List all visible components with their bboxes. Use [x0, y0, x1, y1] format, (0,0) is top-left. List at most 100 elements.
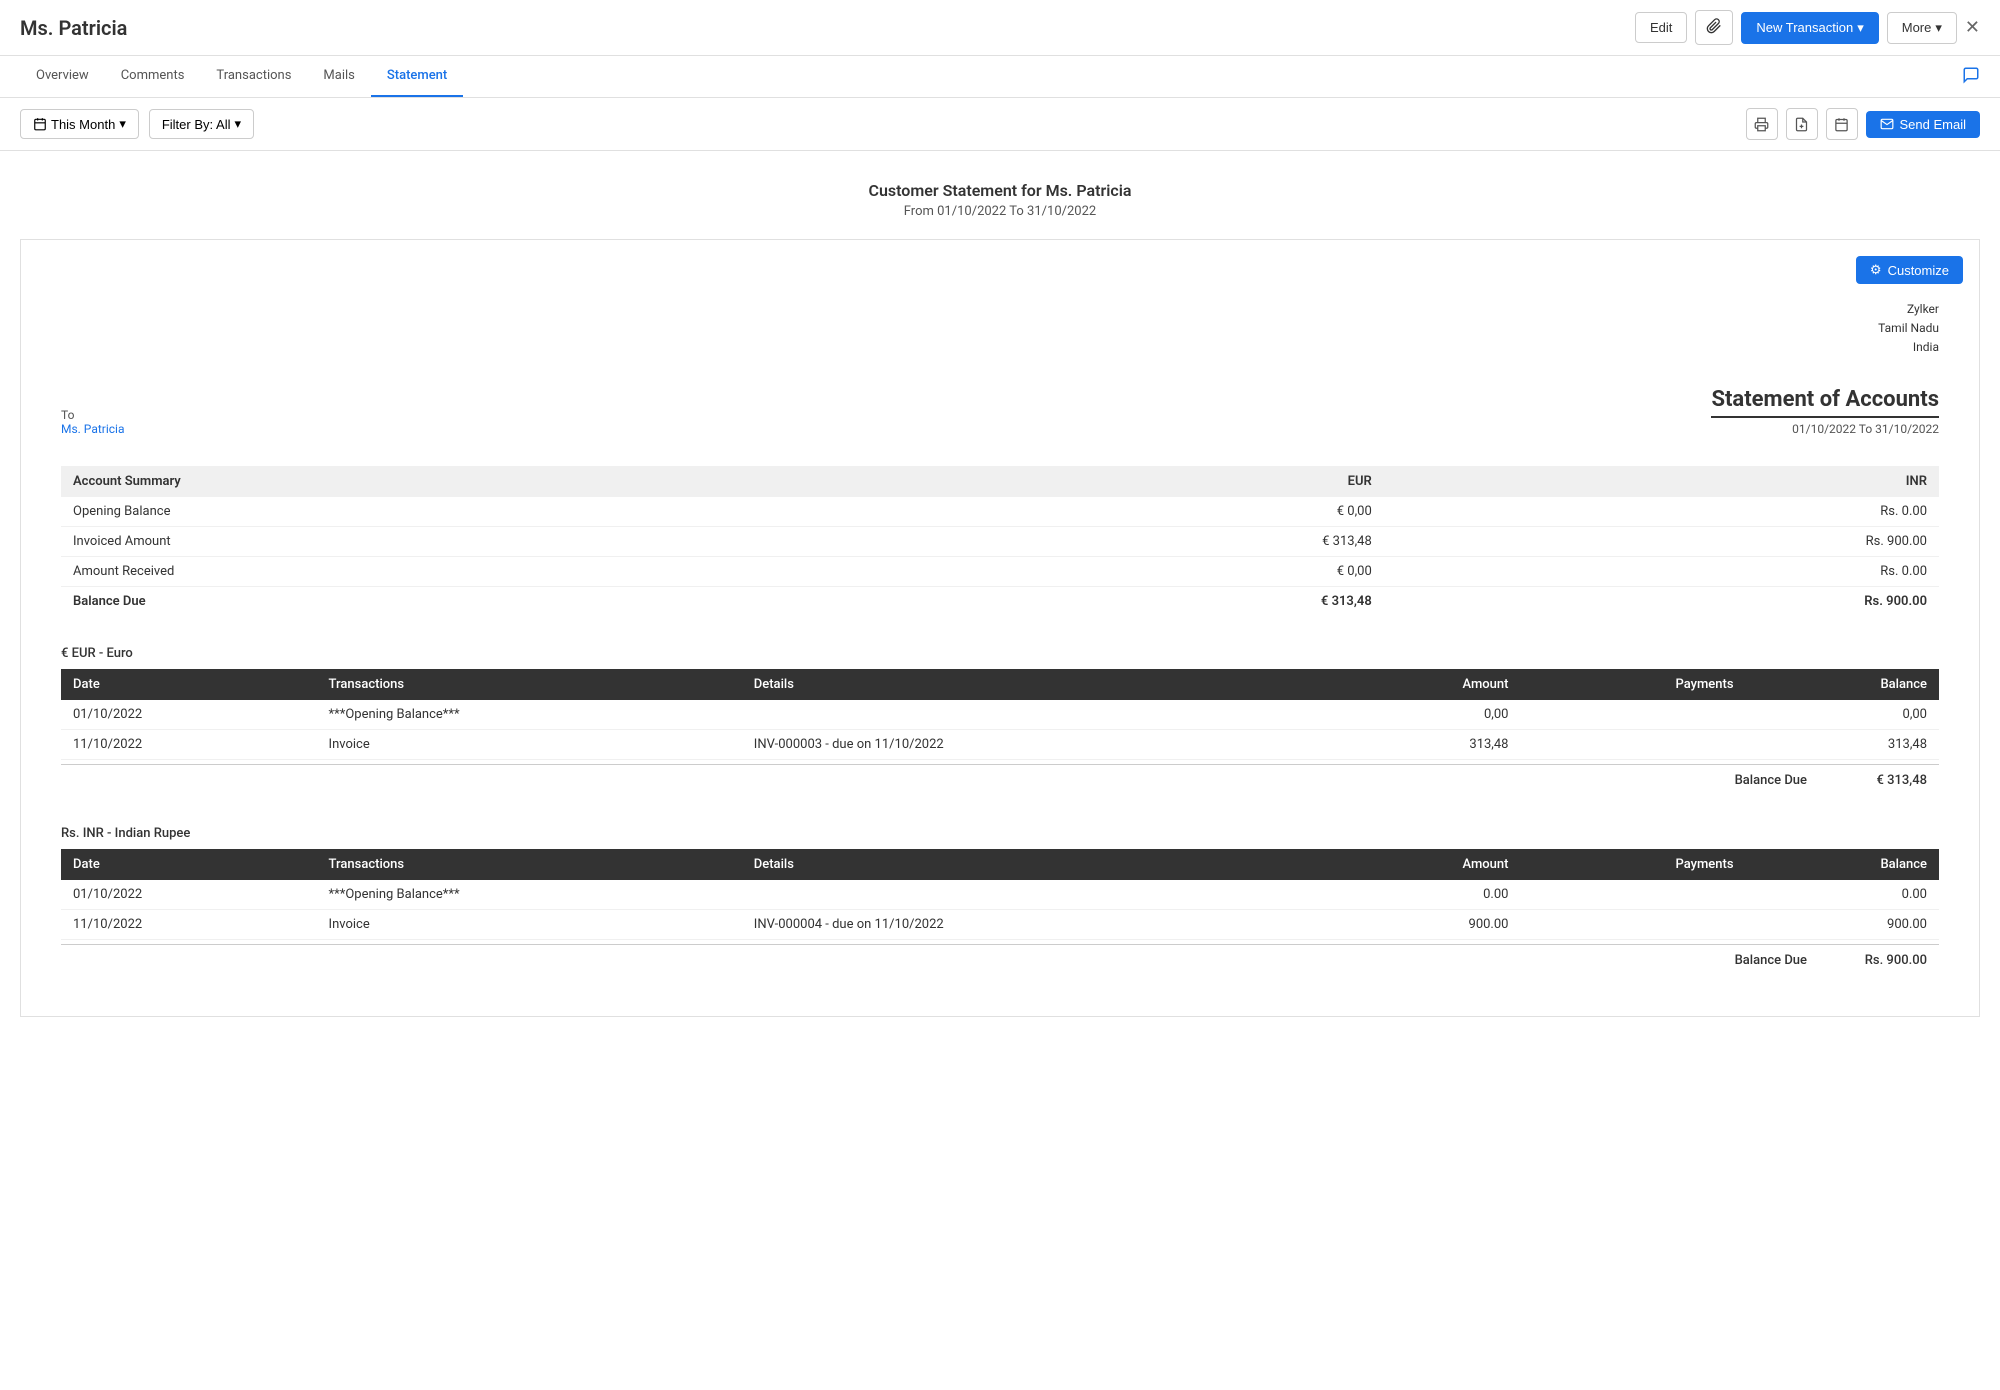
new-transaction-button[interactable]: New Transaction ▾	[1741, 12, 1878, 44]
title-divider	[1711, 416, 1939, 418]
content-area: Customer Statement for Ms. Patricia From…	[0, 151, 2000, 1390]
eur-row-balance: 313,48	[1746, 729, 1939, 759]
send-email-button[interactable]: Send Email	[1866, 111, 1980, 138]
statement-title-section: Statement of Accounts 01/10/2022 To 31/1…	[1711, 387, 1939, 436]
email-icon	[1880, 117, 1894, 131]
customize-button[interactable]: ⚙ Customize	[1856, 256, 1963, 284]
summary-col-inr: INR	[1384, 466, 1939, 497]
schedule-icon	[1834, 117, 1849, 132]
dropdown-arrow-icon: ▾	[1857, 20, 1864, 36]
inr-row-date: 01/10/2022	[61, 880, 317, 910]
eur-table-row: 11/10/2022 Invoice INV-000003 - due on 1…	[61, 729, 1939, 759]
inr-row-amount: 0.00	[1328, 880, 1520, 910]
tab-comments[interactable]: Comments	[105, 56, 201, 97]
inr-row-amount: 900.00	[1328, 909, 1520, 939]
inr-col-transactions: Transactions	[317, 849, 742, 880]
to-label: To	[61, 408, 124, 422]
more-dropdown-arrow-icon: ▾	[1935, 20, 1942, 36]
inr-row-payments	[1520, 880, 1745, 910]
calendar-icon	[33, 117, 47, 131]
inr-col-details: Details	[742, 849, 1329, 880]
summary-row: Invoiced Amount € 313,48 Rs. 900.00	[61, 526, 1939, 556]
chat-icon[interactable]	[1962, 66, 1980, 88]
edit-button[interactable]: Edit	[1635, 12, 1687, 43]
close-button[interactable]: ✕	[1965, 17, 1980, 38]
page-title: Ms. Patricia	[20, 16, 1635, 40]
to-section: To Ms. Patricia	[61, 408, 124, 436]
account-summary-table: Account Summary EUR INR Opening Balance …	[61, 466, 1939, 616]
inr-row-details	[742, 880, 1329, 910]
summary-row-label: Amount Received	[61, 556, 904, 586]
pdf-icon	[1794, 117, 1809, 132]
inr-row-balance: 0.00	[1746, 880, 1939, 910]
eur-col-amount: Amount	[1328, 669, 1520, 700]
inr-balance-due-label: Balance Due	[1374, 953, 1828, 968]
summary-row-inr: Rs. 0.00	[1384, 556, 1939, 586]
eur-col-balance: Balance	[1746, 669, 1939, 700]
this-month-arrow: ▾	[119, 116, 126, 132]
customize-icon: ⚙	[1870, 262, 1882, 278]
statement-date-range: 01/10/2022 To 31/10/2022	[1711, 422, 1939, 436]
statement-document: ⚙ Customize Zylker Tamil Nadu India To M…	[20, 239, 1980, 1017]
print-button[interactable]	[1746, 108, 1778, 140]
inr-col-balance: Balance	[1746, 849, 1939, 880]
inr-row-payments	[1520, 909, 1745, 939]
eur-col-date: Date	[61, 669, 317, 700]
eur-transactions-table: Date Transactions Details Amount Payment…	[61, 669, 1939, 760]
company-state: Tamil Nadu	[61, 319, 1939, 338]
toolbar-right: Send Email	[1746, 108, 1980, 140]
attachment-icon	[1706, 18, 1722, 34]
this-month-filter[interactable]: This Month ▾	[20, 109, 139, 139]
eur-balance-due-label: Balance Due	[1374, 773, 1828, 788]
tab-transactions[interactable]: Transactions	[200, 56, 307, 97]
attachment-button[interactable]	[1695, 10, 1733, 45]
eur-row-details: INV-000003 - due on 11/10/2022	[742, 729, 1329, 759]
summary-col-account: Account Summary	[61, 466, 904, 497]
eur-row-balance: 0,00	[1746, 700, 1939, 730]
summary-row-eur: € 0,00	[904, 556, 1383, 586]
filter-arrow-icon: ▾	[234, 116, 241, 132]
tabs-bar: Overview Comments Transactions Mails Sta…	[0, 56, 2000, 98]
statement-header: Customer Statement for Ms. Patricia From…	[0, 151, 2000, 239]
tab-mails[interactable]: Mails	[307, 56, 370, 97]
filter-by-button[interactable]: Filter By: All ▾	[149, 109, 254, 139]
summary-row: Opening Balance € 0,00 Rs. 0.00	[61, 497, 1939, 527]
inr-col-amount: Amount	[1328, 849, 1520, 880]
account-summary-section: Account Summary EUR INR Opening Balance …	[61, 466, 1939, 616]
eur-col-details: Details	[742, 669, 1329, 700]
inr-row-balance: 900.00	[1746, 909, 1939, 939]
inr-table-row: 01/10/2022 ***Opening Balance*** 0.00 0.…	[61, 880, 1939, 910]
summary-row-eur: € 313,48	[904, 526, 1383, 556]
inr-balance-due-value: Rs. 900.00	[1827, 953, 1927, 968]
eur-row-date: 11/10/2022	[61, 729, 317, 759]
inr-col-date: Date	[61, 849, 317, 880]
inr-table-row: 11/10/2022 Invoice INV-000004 - due on 1…	[61, 909, 1939, 939]
eur-col-transactions: Transactions	[317, 669, 742, 700]
company-info: Zylker Tamil Nadu India	[61, 300, 1939, 358]
eur-row-date: 01/10/2022	[61, 700, 317, 730]
eur-row-amount: 313,48	[1328, 729, 1520, 759]
eur-row-transactions: ***Opening Balance***	[317, 700, 742, 730]
inr-row-date: 11/10/2022	[61, 909, 317, 939]
summary-row-inr: Rs. 0.00	[1384, 497, 1939, 527]
company-name: Zylker	[61, 300, 1939, 319]
schedule-button[interactable]	[1826, 108, 1858, 140]
customer-link[interactable]: Ms. Patricia	[61, 422, 124, 436]
eur-balance-due-value: € 313,48	[1827, 773, 1927, 788]
inr-section: Rs. INR - Indian Rupee Date Transactions…	[61, 826, 1939, 976]
download-pdf-button[interactable]	[1786, 108, 1818, 140]
inr-row-details: INV-000004 - due on 11/10/2022	[742, 909, 1329, 939]
summary-col-eur: EUR	[904, 466, 1383, 497]
inr-balance-due-row: Balance Due Rs. 900.00	[61, 944, 1939, 976]
eur-section: € EUR - Euro Date Transactions Details A…	[61, 646, 1939, 796]
summary-row: Amount Received € 0,00 Rs. 0.00	[61, 556, 1939, 586]
eur-balance-due-row: Balance Due € 313,48	[61, 764, 1939, 796]
more-button[interactable]: More ▾	[1887, 12, 1957, 44]
inr-label: Rs. INR - Indian Rupee	[61, 826, 1939, 841]
print-icon	[1754, 117, 1769, 132]
statement-of-accounts-title: Statement of Accounts	[1711, 387, 1939, 412]
tab-overview[interactable]: Overview	[20, 56, 105, 97]
tab-statement[interactable]: Statement	[371, 56, 463, 97]
eur-row-transactions: Invoice	[317, 729, 742, 759]
header-actions: Edit New Transaction ▾ More ▾ ✕	[1635, 10, 1980, 45]
